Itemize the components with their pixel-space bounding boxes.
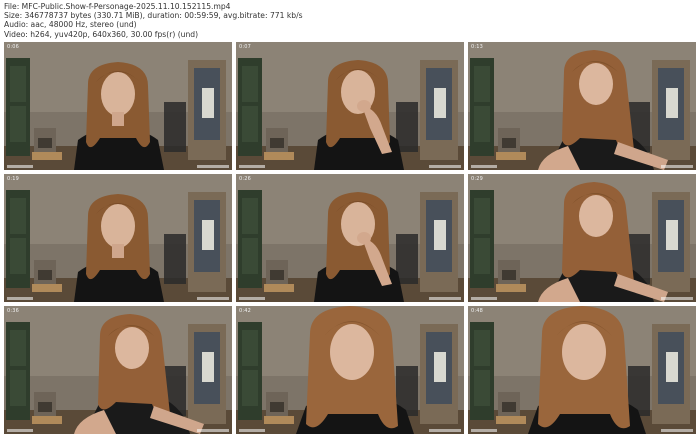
stream-overlay-right	[429, 297, 461, 300]
stream-overlay-left	[471, 165, 497, 168]
stream-overlay-left	[239, 297, 265, 300]
stream-overlay-left	[471, 297, 497, 300]
stream-overlay-right	[197, 165, 229, 168]
stream-overlay-left	[7, 297, 33, 300]
stream-overlay-right	[197, 429, 229, 432]
thumbnail-timestamp: 0:48	[471, 308, 484, 314]
thumbnail-timestamp: 0:29	[471, 176, 484, 182]
stream-overlay-left	[7, 165, 33, 168]
stream-overlay-right	[661, 165, 693, 168]
thumbnail-grid: 0:06 0:07 0:13 0:19 0:26 0:29 0:36 0:42 …	[0, 0, 700, 438]
thumbnail-timestamp: 0:42	[239, 308, 252, 314]
video-thumbnail: 0:13	[468, 42, 696, 170]
stream-overlay-right	[197, 297, 229, 300]
video-thumbnail: 0:36	[4, 306, 232, 434]
stream-overlay-left	[239, 429, 265, 432]
stream-overlay-right	[661, 429, 693, 432]
thumbnail-timestamp: 0:13	[471, 44, 484, 50]
video-thumbnail: 0:26	[236, 174, 464, 302]
stream-overlay-left	[239, 165, 265, 168]
video-thumbnail: 0:42	[236, 306, 464, 434]
stream-overlay-left	[7, 429, 33, 432]
thumbnail-timestamp: 0:19	[7, 176, 20, 182]
video-thumbnail: 0:06	[4, 42, 232, 170]
thumbnail-timestamp: 0:07	[239, 44, 252, 50]
video-thumbnail: 0:19	[4, 174, 232, 302]
thumbnail-timestamp: 0:26	[239, 176, 252, 182]
thumbnail-timestamp: 0:06	[7, 44, 20, 50]
video-thumbnail: 0:07	[236, 42, 464, 170]
stream-overlay-left	[471, 429, 497, 432]
stream-overlay-right	[429, 429, 461, 432]
video-thumbnail: 0:29	[468, 174, 696, 302]
thumbnail-timestamp: 0:36	[7, 308, 20, 314]
stream-overlay-right	[661, 297, 693, 300]
video-thumbnail: 0:48	[468, 306, 696, 434]
stream-overlay-right	[429, 165, 461, 168]
